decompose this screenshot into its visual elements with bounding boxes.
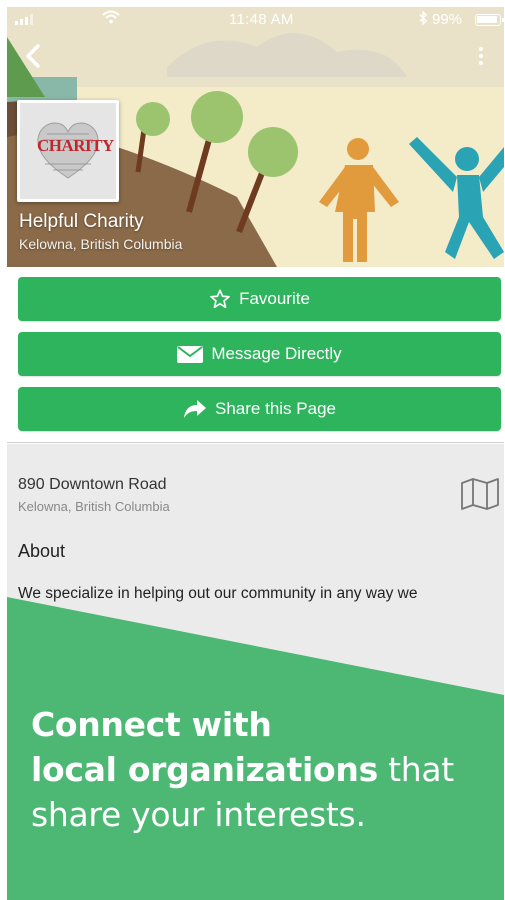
heart-logo-icon: CHARITY <box>37 122 114 180</box>
organization-logo: CHARITY <box>17 100 119 202</box>
address-line1: 890 Downtown Road <box>18 476 167 493</box>
promo-line2-rest: that <box>377 750 454 789</box>
more-options-button[interactable] <box>473 41 489 71</box>
star-outline-icon <box>209 288 231 310</box>
favourite-label: Favourite <box>239 289 310 308</box>
promo-line3: share your interests. <box>31 795 366 834</box>
logo-text: CHARITY <box>37 136 114 155</box>
map-icon[interactable] <box>460 477 500 511</box>
signal-icon <box>15 13 33 25</box>
wifi-icon <box>102 10 120 28</box>
status-time: 11:48 AM <box>229 11 294 28</box>
envelope-icon <box>177 344 204 364</box>
hero-banner: 11:48 AM 99% CHARITY Helpful Charity Kel… <box>7 7 504 267</box>
back-button[interactable] <box>21 41 47 71</box>
action-buttons: Favourite Message Directly Share this Pa… <box>7 267 504 443</box>
about-heading: About <box>18 541 66 561</box>
status-bar: 11:48 AM 99% <box>7 7 504 33</box>
app-screen: 11:48 AM 99% CHARITY Helpful Charity Kel… <box>7 7 504 900</box>
bluetooth-icon <box>419 10 428 28</box>
message-directly-label: Message Directly <box>211 344 342 363</box>
promo-line1: Connect with <box>31 705 272 744</box>
promo-tagline: Connect with local organizations that sh… <box>31 702 491 837</box>
promo-line2-bold: local organizations <box>31 750 378 789</box>
share-page-label: Share this Page <box>215 399 336 418</box>
share-page-button[interactable]: Share this Page <box>18 387 501 431</box>
message-directly-button[interactable]: Message Directly <box>18 332 501 376</box>
chevron-left-icon <box>26 44 40 68</box>
favourite-button[interactable]: Favourite <box>18 277 501 321</box>
organization-location: Kelowna, British Columbia <box>19 236 183 252</box>
organization-name: Helpful Charity <box>19 211 144 232</box>
address-line2: Kelowna, British Columbia <box>18 499 170 514</box>
battery-percent: 99% <box>432 11 463 28</box>
battery-icon <box>475 14 504 26</box>
share-arrow-icon <box>183 399 207 419</box>
vertical-dots-icon <box>479 47 483 65</box>
